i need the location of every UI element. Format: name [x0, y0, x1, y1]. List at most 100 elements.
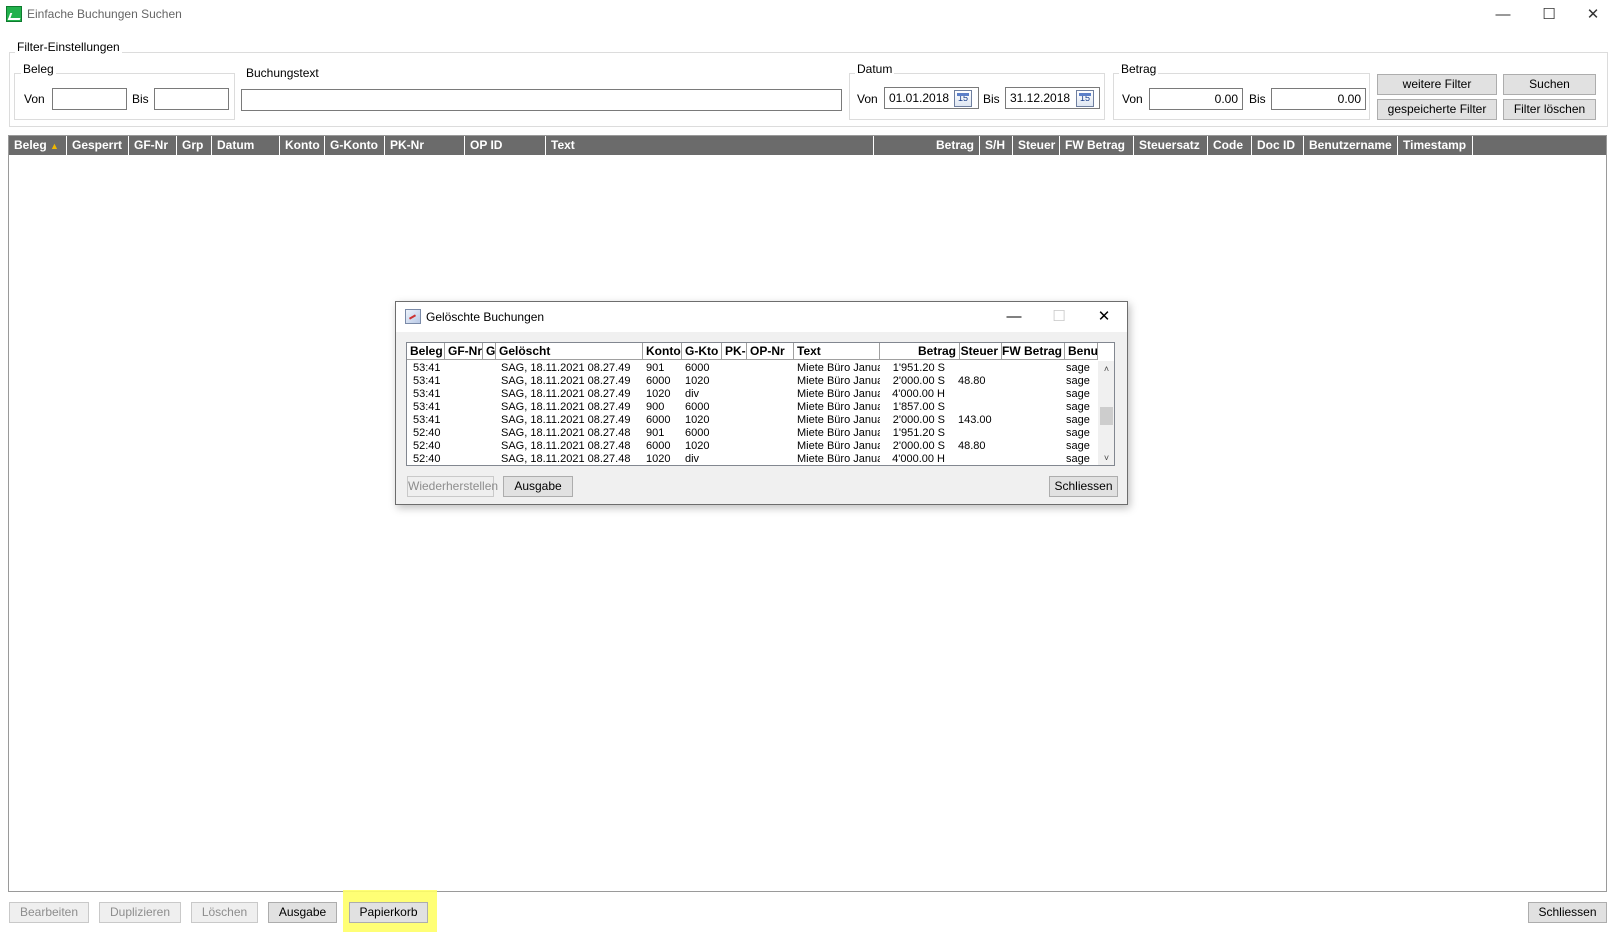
dialog-vertical-scrollbar[interactable]: ˄ ˅: [1098, 361, 1114, 465]
scrollbar-thumb[interactable]: [1100, 407, 1113, 425]
row-cell-gkto: 1020: [685, 440, 710, 452]
row-cell-steuer: 48.80: [958, 375, 986, 387]
papierkorb-button[interactable]: Papierkorb: [349, 902, 428, 923]
column-header-g-konto[interactable]: G-Konto: [325, 136, 385, 155]
deleted-booking-row[interactable]: 53:41 SAG, 18.11.2021 08.27.49 6000 1020 Mie…: [407, 414, 1097, 427]
row-cell-beleg: 53:41: [413, 362, 441, 374]
loeschen-button[interactable]: Löschen: [191, 902, 258, 923]
dialog-maximize-icon: ☐: [1052, 308, 1066, 325]
schliessen-button[interactable]: Schliessen: [1528, 902, 1607, 923]
row-cell-benu: sage: [1066, 453, 1090, 465]
row-cell-geloescht: SAG, 18.11.2021 08.27.48: [501, 427, 631, 439]
row-cell-text: Miete Büro Janua: [797, 362, 880, 374]
geloeschte-buchungen-dialog[interactable]: Gelöschte Buchungen — ☐ ✕ Beleg GF-Nr G …: [395, 301, 1128, 505]
filter-loeschen-button[interactable]: Filter löschen: [1503, 99, 1596, 120]
dialog-column-betrag[interactable]: Betrag: [880, 343, 960, 360]
column-header-gesperrt[interactable]: Gesperrt: [67, 136, 129, 155]
app-icon: [6, 6, 22, 22]
wiederherstellen-button[interactable]: Wiederherstellen: [407, 476, 498, 497]
gespeicherte-filter-button[interactable]: gespeicherte Filter: [1377, 99, 1497, 120]
column-header-doc-id[interactable]: Doc ID: [1252, 136, 1304, 155]
column-header-steuer[interactable]: Steuer: [1013, 136, 1060, 155]
betrag-bis-input[interactable]: [1271, 88, 1366, 110]
row-cell-geloescht: SAG, 18.11.2021 08.27.48: [501, 453, 631, 465]
dialog-column-text[interactable]: Text: [794, 343, 880, 360]
row-cell-steuer: [955, 453, 997, 465]
scroll-up-icon[interactable]: ˄: [1098, 361, 1114, 377]
beleg-von-label: Von: [24, 92, 45, 106]
dialog-column-beleg[interactable]: Beleg: [407, 343, 445, 360]
row-cell-beleg: 53:41: [413, 401, 441, 413]
buchungstext-input[interactable]: [241, 89, 842, 111]
column-header-code[interactable]: Code: [1208, 136, 1252, 155]
scroll-down-icon[interactable]: ˅: [1098, 450, 1114, 465]
ausgabe-button[interactable]: Ausgabe: [268, 902, 337, 923]
deleted-bookings-list[interactable]: Beleg GF-Nr G Gelöscht Konto G-Kto PK- O…: [406, 342, 1115, 466]
beleg-bis-input[interactable]: [154, 88, 229, 110]
dialog-minimize-icon[interactable]: —: [992, 302, 1036, 332]
buchungen-grid[interactable]: Beleg ▲ Gesperrt GF-Nr Grp Datum Konto G…: [8, 135, 1607, 892]
deleted-booking-row[interactable]: 53:41 SAG, 18.11.2021 08.27.49 900 6000 Miet…: [407, 401, 1097, 414]
column-header-op-id[interactable]: OP ID: [465, 136, 546, 155]
column-header-datum[interactable]: Datum: [212, 136, 280, 155]
dialog-column-g-kto[interactable]: G-Kto: [682, 343, 722, 360]
deleted-booking-row[interactable]: 53:41 SAG, 18.11.2021 08.27.49 1020 div Miet…: [407, 388, 1097, 401]
dialog-column-pk[interactable]: PK-: [722, 343, 747, 360]
row-cell-gkto: div: [685, 388, 700, 400]
column-header-betrag[interactable]: Betrag: [874, 136, 980, 155]
bearbeiten-button[interactable]: Bearbeiten: [9, 902, 89, 923]
column-header-gf-nr[interactable]: GF-Nr: [129, 136, 177, 155]
close-icon[interactable]: ✕: [1570, 0, 1616, 30]
deleted-booking-row[interactable]: 53:41 SAG, 18.11.2021 08.27.49 901 6000 Miet…: [407, 362, 1097, 375]
column-header-benutzername[interactable]: Benutzername: [1304, 136, 1398, 155]
column-header-beleg[interactable]: Beleg ▲: [9, 136, 67, 155]
suchen-button[interactable]: Suchen: [1503, 74, 1596, 95]
column-header-sh[interactable]: S/H: [980, 136, 1013, 155]
column-header-konto[interactable]: Konto: [280, 136, 325, 155]
deleted-booking-row[interactable]: 53:41 SAG, 18.11.2021 08.27.49 6000 1020 Mie…: [407, 375, 1097, 388]
dialog-column-geloescht[interactable]: Gelöscht: [496, 343, 643, 360]
dialog-column-konto[interactable]: Konto: [643, 343, 682, 360]
row-cell-geloescht: SAG, 18.11.2021 08.27.48: [501, 440, 631, 452]
beleg-von-input[interactable]: [52, 88, 127, 110]
deleted-booking-row[interactable]: 52:40 SAG, 18.11.2021 08.27.48 901 6000 Miet…: [407, 427, 1097, 440]
betrag-von-input[interactable]: [1149, 88, 1243, 110]
deleted-booking-row[interactable]: 52:40 SAG, 18.11.2021 08.27.48 6000 1020 Mie…: [407, 440, 1097, 453]
column-header-text[interactable]: Text: [546, 136, 874, 155]
calendar-icon[interactable]: 15: [1076, 90, 1094, 107]
minimize-icon[interactable]: —: [1480, 0, 1526, 30]
dialog-column-benutzer[interactable]: Benu: [1065, 343, 1098, 360]
row-cell-geloescht: SAG, 18.11.2021 08.27.49: [501, 388, 631, 400]
dialog-column-op-nr[interactable]: OP-Nr: [747, 343, 794, 360]
dialog-titlebar: Gelöschte Buchungen — ☐ ✕: [396, 302, 1127, 332]
dialog-column-g[interactable]: G: [483, 343, 496, 360]
row-cell-konto: 901: [646, 362, 665, 374]
calendar-icon[interactable]: 15: [954, 90, 972, 107]
column-header-grp[interactable]: Grp: [177, 136, 212, 155]
deleted-booking-row[interactable]: 52:40 SAG, 18.11.2021 08.27.48 1020 div Miet…: [407, 453, 1097, 465]
row-cell-benu: sage: [1066, 375, 1090, 387]
betrag-bis-label: Bis: [1249, 92, 1266, 106]
dialog-column-fw-betrag[interactable]: FW Betrag: [1002, 343, 1065, 360]
row-cell-konto: 901: [646, 427, 665, 439]
column-header-pk-nr[interactable]: PK-Nr: [385, 136, 465, 155]
row-cell-gkto: 1020: [685, 414, 710, 426]
datum-bis-label: Bis: [983, 92, 1000, 106]
weitere-filter-button[interactable]: weitere Filter: [1377, 74, 1497, 95]
dialog-column-steuer[interactable]: Steuer: [960, 343, 1002, 360]
column-header-fw-betrag[interactable]: FW Betrag: [1060, 136, 1134, 155]
row-cell-text: Miete Büro Janua: [797, 414, 880, 426]
dialog-close-icon[interactable]: ✕: [1082, 302, 1126, 332]
dialog-title: Gelöschte Buchungen: [426, 310, 545, 324]
duplizieren-button[interactable]: Duplizieren: [99, 902, 181, 923]
dialog-ausgabe-button[interactable]: Ausgabe: [503, 476, 573, 497]
row-cell-benu: sage: [1066, 401, 1090, 413]
column-header-timestamp[interactable]: Timestamp: [1398, 136, 1473, 155]
row-cell-steuer: 48.80: [958, 440, 986, 452]
column-header-steuersatz[interactable]: Steuersatz: [1134, 136, 1208, 155]
dialog-column-gf-nr[interactable]: GF-Nr: [445, 343, 483, 360]
row-cell-konto: 6000: [646, 440, 671, 452]
maximize-icon[interactable]: ☐: [1526, 0, 1572, 30]
row-cell-gkto: 1020: [685, 375, 710, 387]
dialog-schliessen-button[interactable]: Schliessen: [1049, 476, 1118, 497]
